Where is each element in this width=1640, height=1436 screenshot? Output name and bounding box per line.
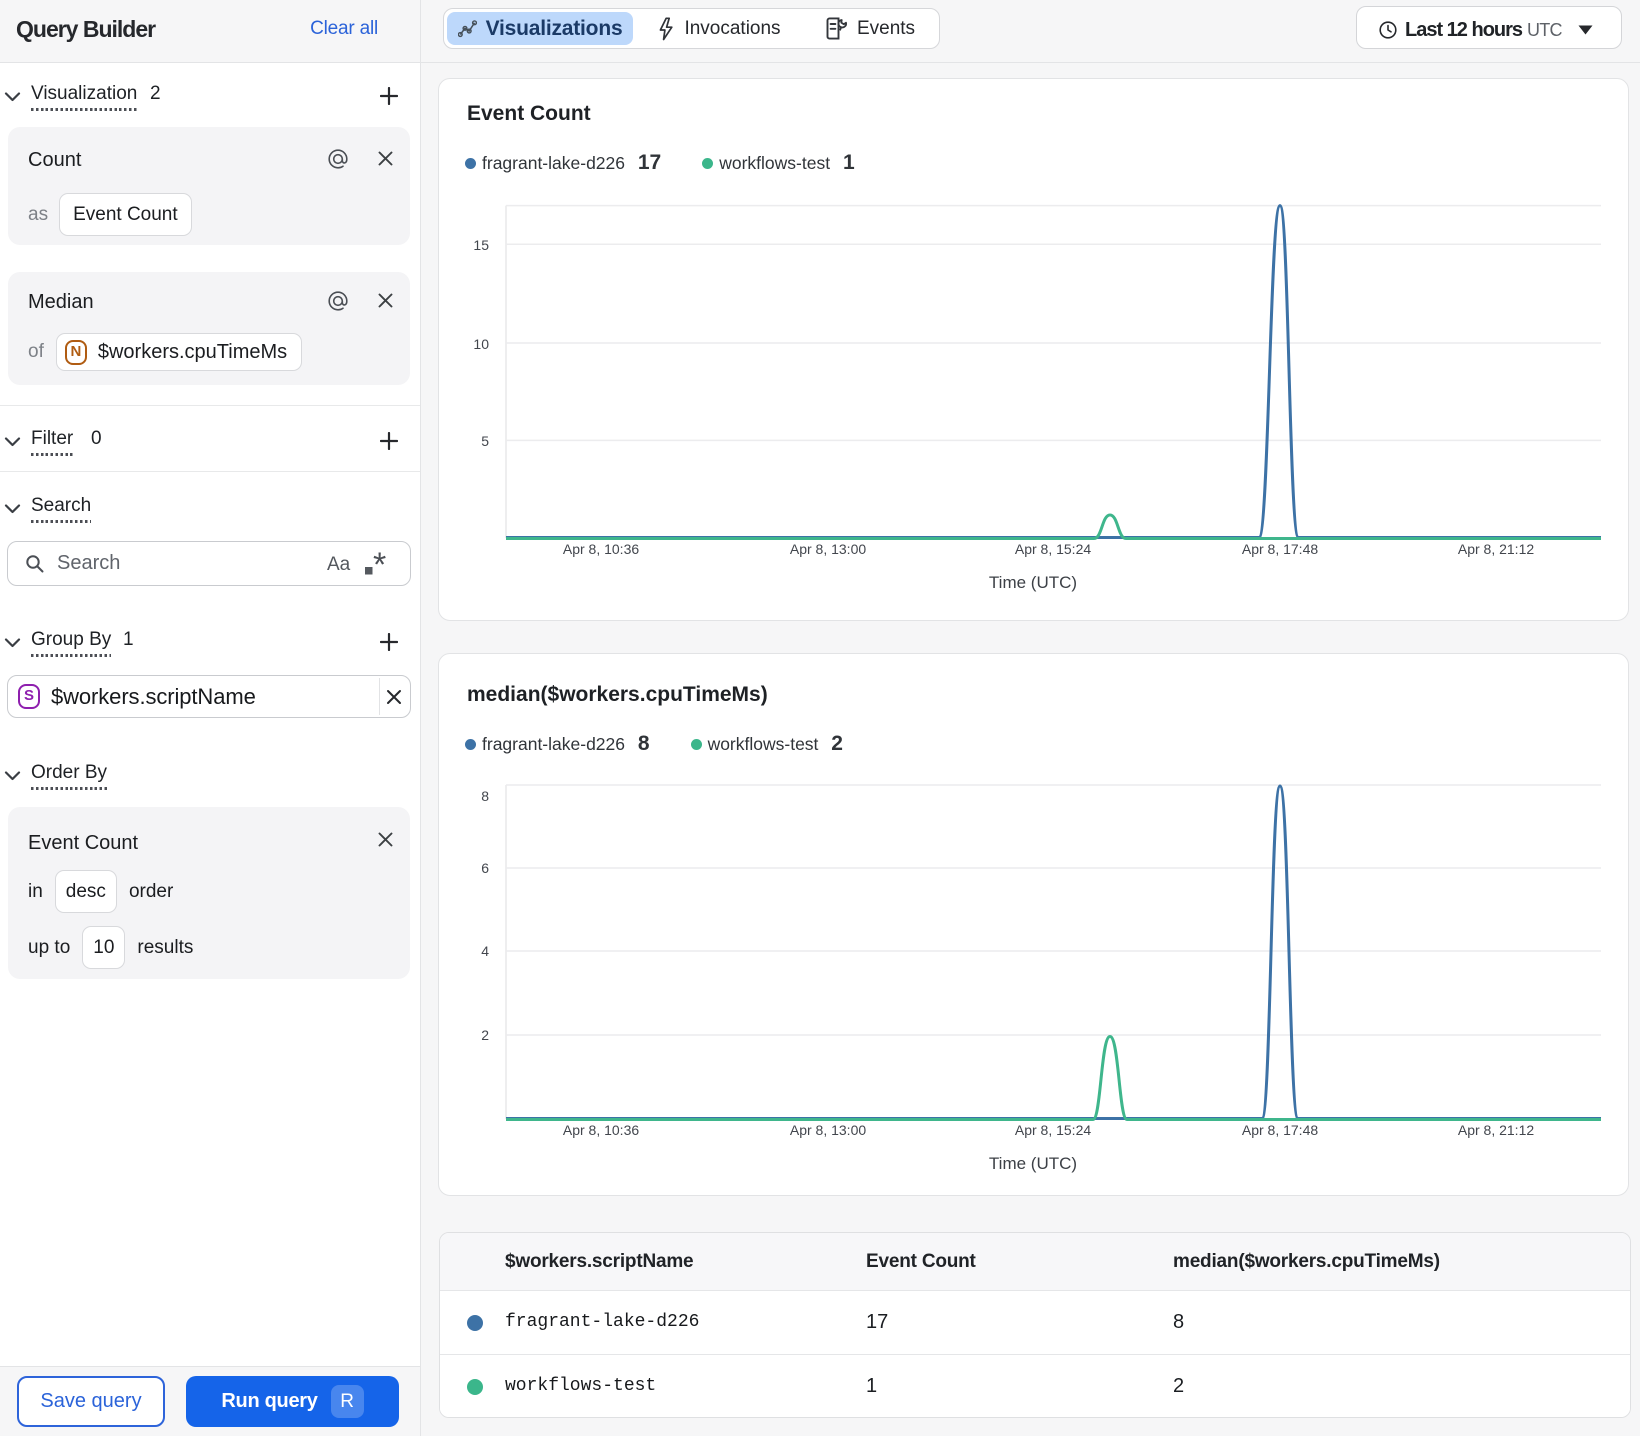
svg-text:4: 4 <box>481 943 489 959</box>
svg-text:Apr 8, 17:48: Apr 8, 17:48 <box>1242 1122 1318 1138</box>
svg-text:Apr 8, 21:12: Apr 8, 21:12 <box>1458 541 1534 557</box>
svg-text:Apr 8, 10:36: Apr 8, 10:36 <box>563 1122 639 1138</box>
svg-text:15: 15 <box>473 237 489 253</box>
svg-text:Apr 8, 17:48: Apr 8, 17:48 <box>1242 541 1318 557</box>
svg-text:2: 2 <box>481 1027 489 1043</box>
svg-text:8: 8 <box>481 788 489 804</box>
svg-text:Apr 8, 13:00: Apr 8, 13:00 <box>790 541 866 557</box>
svg-text:Apr 8, 15:24: Apr 8, 15:24 <box>1015 541 1091 557</box>
svg-text:*: * <box>373 550 386 578</box>
svg-text:Apr 8, 10:36: Apr 8, 10:36 <box>563 541 639 557</box>
svg-text:Apr 8, 15:24: Apr 8, 15:24 <box>1015 1122 1091 1138</box>
svg-text:Time (UTC): Time (UTC) <box>989 1154 1077 1173</box>
svg-text:Apr 8, 13:00: Apr 8, 13:00 <box>790 1122 866 1138</box>
svg-text:6: 6 <box>481 860 489 876</box>
svg-text:5: 5 <box>481 433 489 449</box>
svg-text:Apr 8, 21:12: Apr 8, 21:12 <box>1458 1122 1534 1138</box>
svg-text:10: 10 <box>473 336 489 352</box>
svg-text:Time (UTC): Time (UTC) <box>989 573 1077 592</box>
